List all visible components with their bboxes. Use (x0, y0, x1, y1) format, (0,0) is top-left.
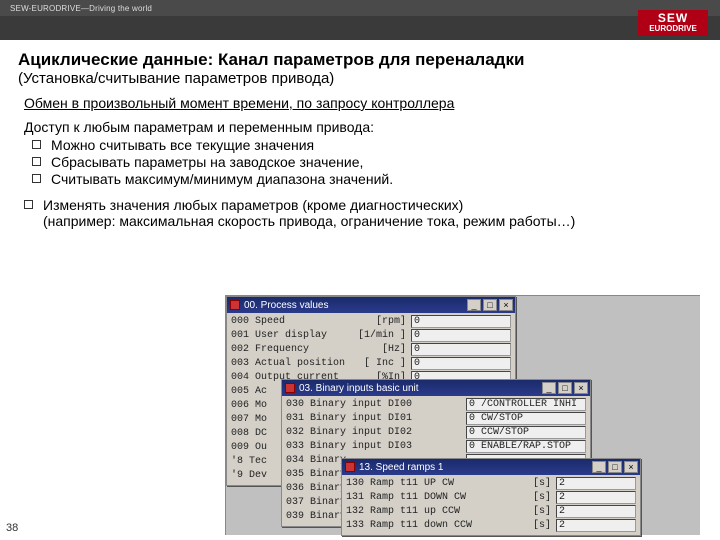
param-field[interactable]: 0 CCW/STOP (466, 426, 586, 439)
window-title: 03. Binary inputs basic unit (299, 383, 542, 394)
param-row: 133 Ramp t11 down CCW[s]2 (346, 519, 636, 532)
bullet-list: Можно считывать все текущие значения Сбр… (32, 137, 702, 187)
maximize-button[interactable]: □ (483, 299, 497, 311)
param-field[interactable]: 2 (556, 519, 636, 532)
param-label: 133 Ramp t11 down CCW (346, 520, 501, 531)
checkbox-icon (32, 157, 41, 166)
param-label: 132 Ramp t11 up CCW (346, 506, 501, 517)
window-speed-ramps: 13. Speed ramps 1 _ □ × 130 Ramp t11 UP … (341, 458, 641, 536)
param-unit: [ Inc ] (356, 358, 411, 369)
app-icon (285, 383, 295, 393)
close-button[interactable]: × (574, 382, 588, 394)
param-field[interactable]: 2 (556, 477, 636, 490)
param-row: 030 Binary input DI000 /CONTROLLER INHI (286, 398, 586, 411)
param-label: 031 Binary input DI01 (286, 413, 466, 424)
param-field[interactable]: 0 (411, 329, 511, 342)
maximize-button[interactable]: □ (558, 382, 572, 394)
param-unit: [s] (501, 478, 556, 489)
bullet-item: Сбрасывать параметры на заводское значен… (32, 154, 702, 170)
close-button[interactable]: × (624, 461, 638, 473)
param-label: 002 Frequency (231, 344, 356, 355)
titlebar[interactable]: 03. Binary inputs basic unit _ □ × (282, 380, 590, 396)
param-field[interactable]: 0 ENABLE/RAP.STOP (466, 440, 586, 453)
slide-title: Ациклические данные: Канал параметров дл… (18, 50, 702, 70)
app-icon (230, 300, 240, 310)
param-label: 000 Speed (231, 316, 356, 327)
param-unit: [Hz] (356, 344, 411, 355)
lead-text: Доступ к любым параметрам и переменным п… (24, 119, 702, 135)
bullet-item: Считывать максимум/минимум диапазона зна… (32, 171, 702, 187)
topbar: SEW-EURODRIVE—Driving the world (0, 0, 720, 16)
windows-area: 00. Process values _ □ × 000 Speed[rpm]0… (225, 295, 700, 535)
param-field[interactable]: 0 CW/STOP (466, 412, 586, 425)
param-label: 130 Ramp t11 UP CW (346, 478, 501, 489)
window-title: 00. Process values (244, 300, 467, 311)
param-row: 000 Speed[rpm]0 (231, 315, 511, 328)
param-label: 030 Binary input DI00 (286, 399, 466, 410)
minimize-button[interactable]: _ (542, 382, 556, 394)
param-row: 033 Binary input DI030 ENABLE/RAP.STOP (286, 440, 586, 453)
param-row: 001 User display[1/min ]0 (231, 329, 511, 342)
window-title: 13. Speed ramps 1 (359, 462, 592, 473)
minimize-button[interactable]: _ (467, 299, 481, 311)
param-label: 131 Ramp t11 DOWN CW (346, 492, 501, 503)
param-field[interactable]: 0 (411, 343, 511, 356)
param-unit: [1/min ] (356, 330, 411, 341)
topbar-text: SEW-EURODRIVE—Driving the world (0, 4, 152, 13)
param-row: 031 Binary input DI010 CW/STOP (286, 412, 586, 425)
slide-subtitle: (Установка/считывание параметров привода… (18, 70, 702, 87)
param-label: 033 Binary input DI03 (286, 441, 466, 452)
param-row: 130 Ramp t11 UP CW[s]2 (346, 477, 636, 490)
param-field[interactable]: 0 /CONTROLLER INHI (466, 398, 586, 411)
param-label: 003 Actual position (231, 358, 356, 369)
close-button[interactable]: × (499, 299, 513, 311)
bullet-item-2: Изменять значения любых параметров (кром… (24, 197, 702, 229)
minimize-button[interactable]: _ (592, 461, 606, 473)
checkbox-icon (32, 140, 41, 149)
param-field[interactable]: 0 (411, 357, 511, 370)
param-row: 032 Binary input DI020 CCW/STOP (286, 426, 586, 439)
titlebar[interactable]: 00. Process values _ □ × (227, 297, 515, 313)
param-field[interactable]: 0 (411, 315, 511, 328)
app-icon (345, 462, 355, 472)
param-unit: [rpm] (356, 316, 411, 327)
param-row: 002 Frequency[Hz]0 (231, 343, 511, 356)
checkbox-icon (32, 174, 41, 183)
param-field[interactable]: 2 (556, 491, 636, 504)
page-number: 38 (6, 522, 18, 534)
titlebar[interactable]: 13. Speed ramps 1 _ □ × (342, 459, 640, 475)
param-row: 131 Ramp t11 DOWN CW[s]2 (346, 491, 636, 504)
underline-text: Обмен в произвольный момент времени, по … (24, 95, 702, 111)
maximize-button[interactable]: □ (608, 461, 622, 473)
param-unit: [s] (501, 492, 556, 503)
param-label: 032 Binary input DI02 (286, 427, 466, 438)
param-field[interactable]: 2 (556, 505, 636, 518)
param-unit: [s] (501, 520, 556, 531)
param-label: 001 User display (231, 330, 356, 341)
header-bar (0, 16, 720, 40)
param-row: 003 Actual position[ Inc ]0 (231, 357, 511, 370)
brand-logo: SEW EURODRIVE (638, 10, 708, 36)
param-row: 132 Ramp t11 up CCW[s]2 (346, 505, 636, 518)
param-unit: [s] (501, 506, 556, 517)
slide-content: Ациклические данные: Канал параметров дл… (0, 40, 720, 229)
bullet-item: Можно считывать все текущие значения (32, 137, 702, 153)
checkbox-icon (24, 200, 33, 209)
